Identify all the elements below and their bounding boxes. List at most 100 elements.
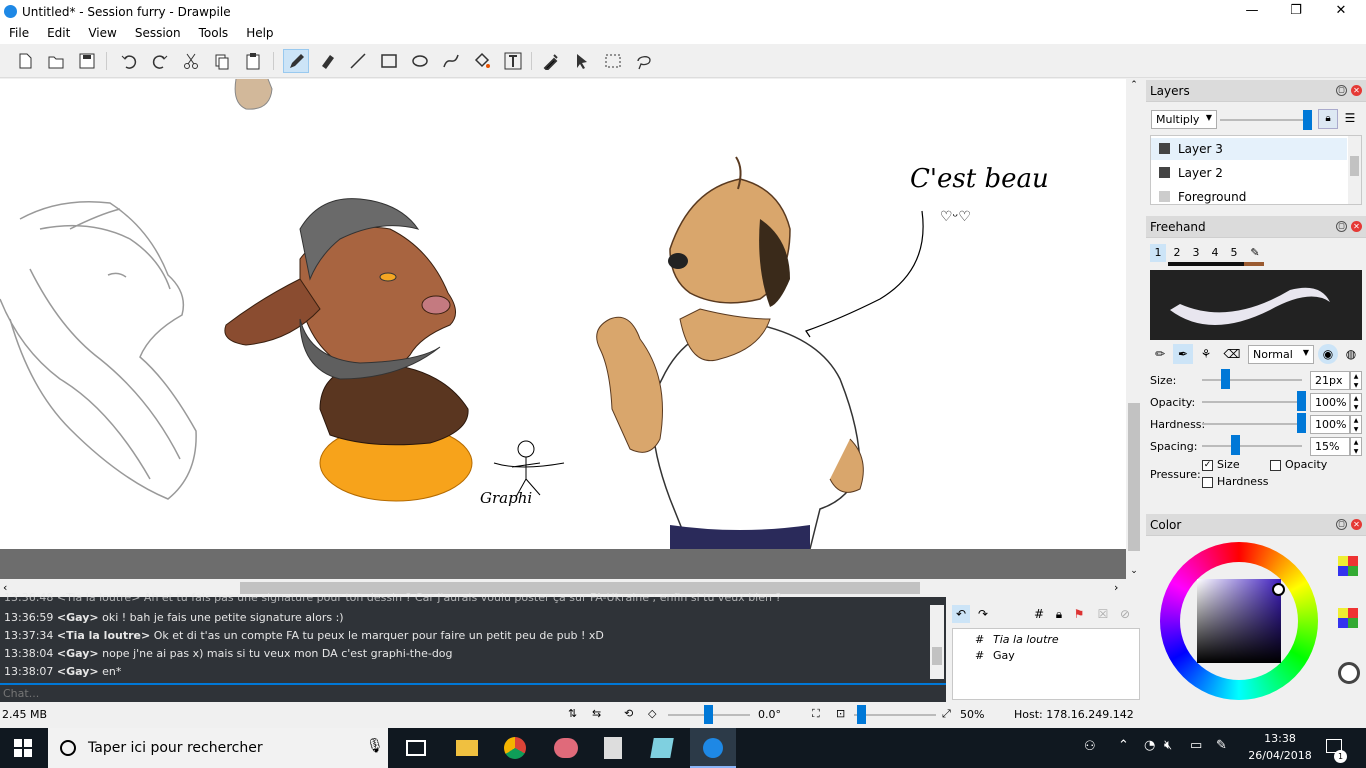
close-dock-icon[interactable]: ✕	[1351, 85, 1362, 96]
copy-icon[interactable]	[209, 49, 235, 73]
people-icon[interactable]: ⚇	[1084, 739, 1096, 754]
chat-scrollbar[interactable]	[930, 605, 944, 679]
menu-edit[interactable]: Edit	[38, 24, 79, 40]
opacity-stepper-icon[interactable]: ▲ ▼	[1350, 393, 1362, 412]
float-dock-icon[interactable]: ▢	[1336, 519, 1347, 530]
rectangle-tool-icon[interactable]	[376, 49, 402, 73]
brush-eraser-mode-icon[interactable]: ⌫	[1222, 344, 1242, 364]
pressure-hardness-checkbox[interactable]: Hardness	[1202, 475, 1269, 488]
color-picker-handle[interactable]	[1272, 583, 1285, 596]
open-file-icon[interactable]	[43, 49, 69, 73]
menu-session[interactable]: Session	[126, 24, 190, 40]
layer-menu-icon[interactable]: ☰	[1340, 109, 1360, 129]
menu-help[interactable]: Help	[237, 24, 282, 40]
network-icon[interactable]: ◔	[1144, 738, 1155, 753]
layer-opacity-slider[interactable]	[1303, 110, 1312, 130]
paste-icon[interactable]	[240, 49, 266, 73]
soft-brush-icon[interactable]: ✒	[1173, 344, 1193, 364]
zoom-fill-icon[interactable]: ⊡	[836, 707, 845, 720]
zoom-slider[interactable]	[857, 705, 866, 724]
layer-visibility-icon[interactable]	[1159, 191, 1170, 202]
brush-slot-4[interactable]: 4	[1207, 244, 1223, 262]
size-slider[interactable]	[1221, 369, 1230, 389]
user-item[interactable]: Tia la loutre	[993, 633, 1059, 646]
bezier-curve-icon[interactable]	[438, 49, 464, 73]
brush-slot-2[interactable]: 2	[1169, 244, 1185, 262]
brush-slot-3[interactable]: 3	[1188, 244, 1204, 262]
chat-input[interactable]	[0, 683, 946, 702]
scroll-up-arrow-icon[interactable]: ⌃	[1127, 79, 1141, 91]
size-slider-track[interactable]	[1202, 379, 1302, 381]
incremental-mode-icon[interactable]: ◉	[1318, 344, 1338, 364]
close-dock-icon[interactable]: ✕	[1351, 221, 1362, 232]
snipping-tool-icon[interactable]	[650, 738, 674, 758]
pressure-size-checkbox[interactable]: ✓ Size	[1202, 458, 1240, 471]
layer-visibility-icon[interactable]	[1159, 167, 1170, 178]
taskbar-search-box[interactable]: Taper ici pour rechercher 🎙︎	[48, 728, 388, 768]
tray-expand-icon[interactable]: ⌃	[1118, 738, 1129, 753]
clock-time[interactable]: 13:38	[1250, 732, 1310, 745]
new-file-icon[interactable]	[12, 49, 38, 73]
undo-icon[interactable]	[116, 49, 142, 73]
layer-opacity-track[interactable]	[1220, 119, 1310, 121]
mute-icon[interactable]: ☒	[1094, 605, 1112, 623]
reset-rotation-icon[interactable]: ◇	[648, 707, 656, 720]
brush-slot-1[interactable]: 1	[1150, 244, 1166, 262]
pen-workspace-icon[interactable]: ✎	[1216, 738, 1227, 753]
palette-icon[interactable]	[1338, 556, 1358, 576]
color-wheel[interactable]	[1160, 542, 1318, 700]
size-stepper-icon[interactable]: ▲ ▼	[1350, 371, 1362, 390]
redo-icon[interactable]	[147, 49, 173, 73]
zoom-fit-icon[interactable]: ⛶	[812, 707, 820, 721]
palette-grid-icon[interactable]	[1338, 608, 1358, 628]
layer-list-scrollbar[interactable]	[1348, 136, 1361, 204]
opacity-slider-track[interactable]	[1202, 401, 1302, 403]
lasso-select-icon[interactable]	[631, 49, 657, 73]
scroll-down-arrow-icon[interactable]: ⌄	[1127, 565, 1141, 577]
pixel-brush-icon[interactable]: ✏	[1150, 344, 1170, 364]
view-mirror-icon[interactable]: ⇆	[592, 707, 601, 720]
undo-icon[interactable]: ↶	[952, 605, 970, 623]
save-icon[interactable]	[74, 49, 100, 73]
layer-item[interactable]: Layer 2	[1151, 162, 1347, 184]
laser-pointer-icon[interactable]	[569, 49, 595, 73]
redo-icon[interactable]: ↷	[974, 605, 992, 623]
close-dock-icon[interactable]: ✕	[1351, 519, 1362, 530]
line-tool-icon[interactable]	[345, 49, 371, 73]
eraser-icon[interactable]	[314, 49, 340, 73]
spacing-slider-track[interactable]	[1202, 445, 1302, 447]
paint-icon[interactable]	[554, 738, 578, 758]
windows-start-icon[interactable]	[14, 739, 32, 757]
size-spinbox[interactable]: 21px	[1310, 371, 1350, 390]
saturation-value-square[interactable]	[1197, 579, 1281, 663]
zoom-reset-icon[interactable]: ⤢	[942, 707, 951, 721]
rotation-slider[interactable]	[704, 705, 713, 724]
layer-item[interactable]: Layer 3	[1151, 138, 1347, 160]
ellipse-tool-icon[interactable]	[407, 49, 433, 73]
hash-icon[interactable]: #	[1030, 605, 1048, 623]
pressure-opacity-checkbox[interactable]: Opacity	[1270, 458, 1327, 471]
microphone-icon[interactable]: 🎙︎	[366, 738, 384, 754]
hardness-stepper-icon[interactable]: ▲ ▼	[1350, 415, 1362, 434]
ban-icon[interactable]: ⊘	[1116, 605, 1134, 623]
float-dock-icon[interactable]: ▢	[1336, 85, 1347, 96]
view-flip-icon[interactable]: ⇅	[568, 707, 577, 720]
chrome-icon[interactable]	[504, 737, 526, 759]
hardness-spinbox[interactable]: 100%	[1310, 415, 1350, 434]
drawing-canvas[interactable]: Graphi C'est beau ♡ᵕ♡	[0, 79, 1126, 549]
rotate-icon[interactable]: ⟲	[624, 707, 633, 720]
layer-blend-mode-select[interactable]: Multiply ▼	[1151, 110, 1217, 129]
drawpile-taskbar-button[interactable]	[690, 728, 736, 768]
volume-muted-icon[interactable]: 🔇︎	[1164, 738, 1172, 753]
color-pickup-icon[interactable]: ◍	[1341, 344, 1361, 364]
task-view-icon[interactable]	[406, 740, 426, 756]
menu-tools[interactable]: Tools	[190, 24, 238, 40]
checkbox-checked-icon[interactable]: ✓	[1202, 459, 1213, 471]
cut-icon[interactable]	[178, 49, 204, 73]
battery-icon[interactable]: ▭	[1190, 738, 1202, 753]
rectangle-select-icon[interactable]	[600, 49, 626, 73]
spacing-spinbox[interactable]: 15%	[1310, 437, 1350, 456]
brush-slot-5[interactable]: 5	[1226, 244, 1242, 262]
scroll-right-arrow-icon[interactable]: ›	[1114, 581, 1118, 594]
text-tool-icon[interactable]	[500, 49, 526, 73]
